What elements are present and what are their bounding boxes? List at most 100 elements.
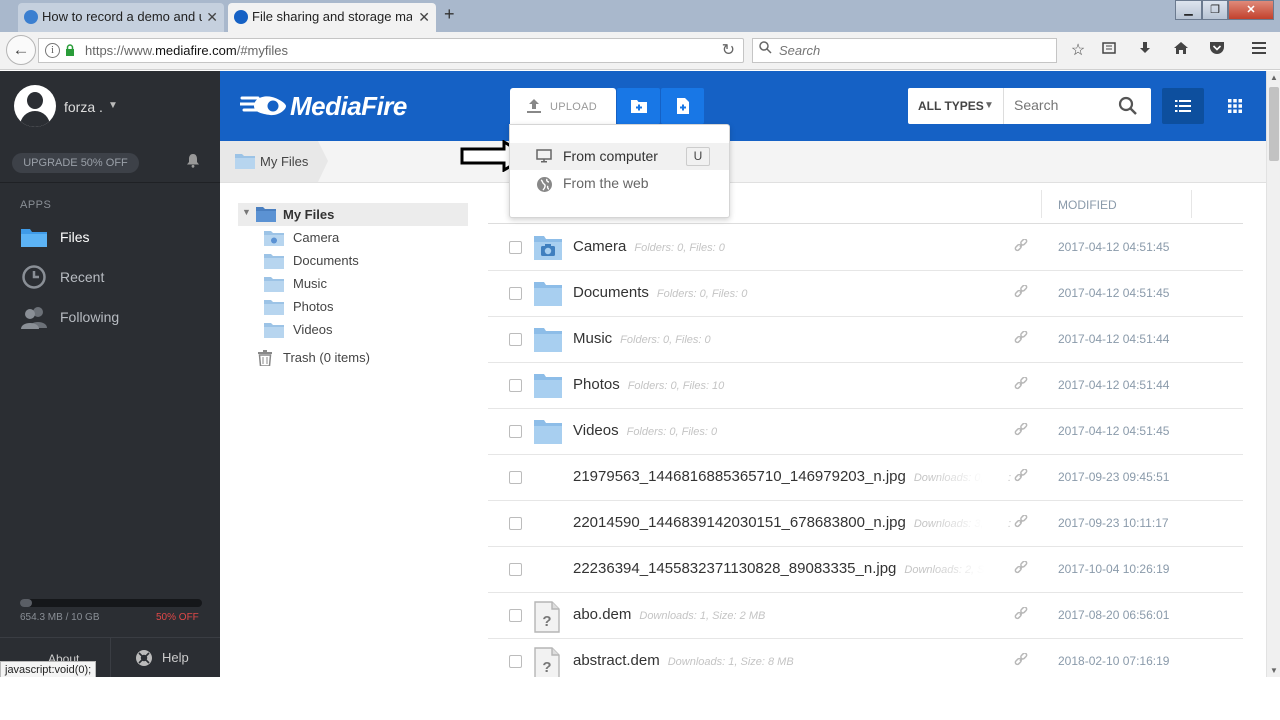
share-link-icon[interactable]: [1014, 652, 1028, 670]
logo-text[interactable]: MediaFire: [290, 91, 407, 122]
list-view-button[interactable]: [1162, 88, 1204, 124]
file-name-text[interactable]: Music: [573, 330, 612, 347]
row-checkbox[interactable]: [509, 241, 522, 254]
row-checkbox[interactable]: [509, 517, 522, 530]
search-input[interactable]: [1014, 97, 1114, 113]
folder-icon[interactable]: [533, 417, 563, 447]
file-name-text[interactable]: Photos: [573, 376, 620, 393]
table-row[interactable]: Videos Folders: 0, Files: 0 2017-04-12 04:…: [488, 409, 1243, 455]
camera-folder-icon[interactable]: [533, 233, 563, 263]
reading-list-icon[interactable]: [1098, 40, 1120, 62]
back-icon[interactable]: ←: [6, 35, 36, 65]
minimize-button[interactable]: ▁: [1175, 0, 1202, 20]
scroll-down-icon[interactable]: ▼: [1270, 666, 1278, 675]
file-name-text[interactable]: abo.dem: [573, 606, 631, 623]
folder-icon[interactable]: [533, 371, 563, 401]
file-name-text[interactable]: 22236394_1455832371130828_89083335_n.jpg: [573, 560, 896, 577]
image-thumbnail-icon[interactable]: [533, 463, 563, 493]
search-icon[interactable]: [1118, 96, 1138, 119]
column-header-modified[interactable]: MODIFIED: [1058, 198, 1117, 212]
close-window-button[interactable]: ✕: [1228, 0, 1274, 20]
reload-icon[interactable]: ↻: [722, 40, 735, 60]
file-name[interactable]: Photos Folders: 0, Files: 10: [573, 376, 724, 393]
browser-search-bar[interactable]: [752, 38, 1057, 63]
file-name-text[interactable]: Videos: [573, 422, 619, 439]
table-row[interactable]: ? abo.dem Downloads: 1, Size: 2 MB 2017-08-…: [488, 593, 1243, 639]
username[interactable]: forza .: [64, 99, 103, 115]
table-row[interactable]: 21979563_1446816885365710_146979203_n.jp…: [488, 455, 1243, 501]
row-checkbox[interactable]: [509, 471, 522, 484]
sidebar-item-following[interactable]: Following: [0, 299, 220, 335]
row-checkbox[interactable]: [509, 287, 522, 300]
share-link-icon[interactable]: [1014, 560, 1028, 578]
bell-icon[interactable]: [186, 153, 200, 172]
bookmark-star-icon[interactable]: ☆: [1067, 40, 1089, 62]
share-link-icon[interactable]: [1014, 606, 1028, 624]
folder-icon[interactable]: [533, 279, 563, 309]
folder-icon[interactable]: [533, 325, 563, 355]
file-name-text[interactable]: Documents: [573, 284, 649, 301]
browser-tab-active[interactable]: File sharing and storage mad ✕: [228, 3, 436, 32]
row-checkbox[interactable]: [509, 609, 522, 622]
table-row[interactable]: Camera Folders: 0, Files: 0 2017-04-12 04:…: [488, 225, 1243, 271]
page-scrollbar[interactable]: ▲ ▼: [1266, 71, 1280, 677]
table-row[interactable]: Photos Folders: 0, Files: 10 2017-04-12 04…: [488, 363, 1243, 409]
table-row[interactable]: 22014590_1446839142030151_678683800_n.jp…: [488, 501, 1243, 547]
file-name[interactable]: abo.dem Downloads: 1, Size: 2 MB: [573, 606, 765, 623]
menu-item-from-computer[interactable]: From computer U: [510, 143, 729, 170]
file-name[interactable]: Camera Folders: 0, Files: 0: [573, 238, 725, 255]
share-link-icon[interactable]: [1014, 376, 1028, 394]
scroll-up-icon[interactable]: ▲: [1270, 73, 1278, 82]
row-checkbox[interactable]: [509, 333, 522, 346]
share-link-icon[interactable]: [1014, 284, 1028, 302]
share-link-icon[interactable]: [1014, 330, 1028, 348]
upgrade-button[interactable]: UPGRADE 50% OFF: [12, 153, 139, 173]
share-link-icon[interactable]: [1014, 238, 1028, 256]
grid-view-button[interactable]: [1214, 88, 1256, 124]
info-icon[interactable]: i: [45, 43, 60, 58]
new-tab-icon[interactable]: +: [444, 4, 455, 25]
file-name-text[interactable]: Camera: [573, 238, 626, 255]
tab-close-icon[interactable]: ✕: [418, 3, 430, 31]
file-name[interactable]: Videos Folders: 0, Files: 0: [573, 422, 717, 439]
share-link-icon[interactable]: [1014, 514, 1028, 532]
unknown-file-icon[interactable]: ?: [533, 601, 563, 633]
breadcrumb-item-my-files[interactable]: My Files: [220, 141, 318, 182]
row-checkbox[interactable]: [509, 379, 522, 392]
file-name[interactable]: abstract.dem Downloads: 1, Size: 8 MB: [573, 652, 794, 669]
table-row[interactable]: Documents Folders: 0, Files: 0 2017-04-12 …: [488, 271, 1243, 317]
home-icon[interactable]: [1170, 40, 1192, 62]
file-name[interactable]: Documents Folders: 0, Files: 0: [573, 284, 747, 301]
file-name-text[interactable]: 21979563_1446816885365710_146979203_n.jp…: [573, 468, 906, 485]
file-name[interactable]: Music Folders: 0, Files: 0: [573, 330, 711, 347]
row-checkbox[interactable]: [509, 425, 522, 438]
image-thumbnail-icon[interactable]: [533, 509, 563, 539]
mediafire-logo-icon[interactable]: [238, 94, 288, 121]
share-link-icon[interactable]: [1014, 468, 1028, 486]
pocket-icon[interactable]: [1206, 40, 1228, 62]
menu-icon[interactable]: [1248, 40, 1270, 62]
chevron-down-icon[interactable]: ▼: [108, 100, 118, 111]
scrollbar-thumb[interactable]: [1269, 87, 1279, 161]
new-file-button[interactable]: [661, 88, 704, 124]
help-lifebuoy-icon[interactable]: [136, 650, 152, 666]
image-thumbnail-icon[interactable]: [533, 555, 563, 585]
new-folder-button[interactable]: [617, 88, 660, 124]
help-link[interactable]: Help: [162, 650, 189, 665]
restore-button[interactable]: ❐: [1202, 0, 1228, 20]
table-row[interactable]: 22236394_1455832371130828_89083335_n.jpg…: [488, 547, 1243, 593]
file-name-text[interactable]: 22014590_1446839142030151_678683800_n.jp…: [573, 514, 906, 531]
file-name-text[interactable]: abstract.dem: [573, 652, 660, 669]
browser-search-input[interactable]: [779, 43, 1039, 58]
chevron-down-icon[interactable]: ▼: [242, 207, 251, 217]
unknown-file-icon[interactable]: ?: [533, 647, 563, 679]
row-checkbox[interactable]: [509, 655, 522, 668]
table-row[interactable]: Music Folders: 0, Files: 0 2017-04-12 04:5…: [488, 317, 1243, 363]
tab-close-icon[interactable]: ✕: [206, 3, 218, 31]
sidebar-item-files[interactable]: Files: [0, 219, 220, 255]
row-checkbox[interactable]: [509, 563, 522, 576]
chevron-down-icon[interactable]: ▼: [984, 88, 994, 124]
avatar[interactable]: [14, 85, 56, 127]
menu-item-from-the-web[interactable]: From the web: [510, 170, 729, 197]
tree-root-my-files[interactable]: ▼ My Files: [238, 203, 468, 226]
